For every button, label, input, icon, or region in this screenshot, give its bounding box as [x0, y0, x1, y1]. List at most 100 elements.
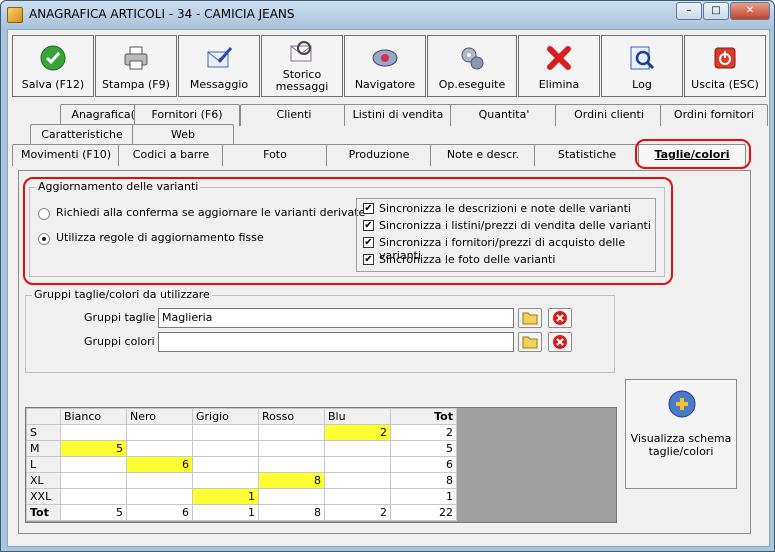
grid-cell[interactable]: [324, 456, 391, 473]
navigator-button[interactable]: Navigatore: [344, 35, 426, 97]
row-header: XXL: [26, 488, 61, 505]
size-groups-input[interactable]: Maglieria: [158, 308, 514, 328]
log-search-icon: [630, 46, 655, 70]
tab-caratteristiche[interactable]: Caratteristiche: [30, 124, 134, 146]
grid-cell[interactable]: [60, 424, 127, 441]
log-button[interactable]: Log: [601, 35, 683, 97]
grid-cell[interactable]: [60, 472, 127, 489]
tab-note-descr[interactable]: Note e descr.: [430, 144, 536, 166]
taglie-colori-panel: Aggiornamento delle varianti Richiedi al…: [18, 170, 751, 534]
row-total: 6: [390, 456, 457, 473]
grid-cell[interactable]: [258, 440, 325, 457]
log-label: Log: [632, 78, 652, 91]
message-history-icon: [290, 41, 312, 62]
column-total: 8: [258, 504, 325, 521]
grid-cell[interactable]: [126, 472, 193, 489]
color-groups-browse-button[interactable]: [518, 332, 542, 352]
row-total: 1: [390, 488, 457, 505]
grid-cell[interactable]: [192, 440, 259, 457]
grid-cell[interactable]: [324, 472, 391, 489]
sizes-colors-grid[interactable]: Bianco Nero Grigio Rosso Blu Tot S 2 2 M…: [25, 407, 617, 523]
schema-icon: [668, 390, 696, 418]
column-header-total: Tot: [390, 408, 457, 425]
column-header: Blu: [324, 408, 391, 425]
grid-cell[interactable]: [258, 456, 325, 473]
save-label: Salva (F12): [21, 78, 85, 91]
grid-cell[interactable]: [324, 440, 391, 457]
grid-cell[interactable]: [258, 424, 325, 441]
delete-label: Elimina: [538, 78, 580, 91]
print-label: Stampa (F9): [102, 78, 170, 91]
grid-cell[interactable]: [192, 456, 259, 473]
tab-movimenti[interactable]: Movimenti (F10): [12, 144, 120, 166]
tab-web[interactable]: Web: [132, 124, 234, 146]
grid-cell[interactable]: 1: [192, 488, 259, 505]
color-groups-input[interactable]: [158, 332, 514, 352]
grid-cell[interactable]: 8: [258, 472, 325, 489]
tab-produzione[interactable]: Produzione: [326, 144, 432, 166]
tab-listini-vendita[interactable]: Listini di vendita: [344, 104, 452, 126]
executed-operations-button[interactable]: Op.eseguite: [427, 35, 517, 97]
grid-cell[interactable]: [126, 424, 193, 441]
message-button[interactable]: Messaggio: [178, 35, 260, 97]
tab-quantita[interactable]: Quantita': [450, 104, 558, 126]
size-color-groups-title: Gruppi taglie/colori da utilizzare: [32, 288, 212, 301]
row-header: M: [26, 440, 61, 457]
row-header: S: [26, 424, 61, 441]
delete-button[interactable]: Elimina: [518, 35, 600, 97]
app-window: ANAGRAFICA ARTICOLI - 34 - CAMICIA JEANS…: [0, 0, 775, 552]
column-header: Rosso: [258, 408, 325, 425]
grid-cell[interactable]: 2: [324, 424, 391, 441]
close-button[interactable]: ✕: [730, 2, 770, 20]
grid-cell[interactable]: [126, 440, 193, 457]
column-header: Nero: [126, 408, 193, 425]
row-header: XL: [26, 472, 61, 489]
exit-label: Uscita (ESC): [691, 78, 759, 91]
grid-cell[interactable]: [324, 488, 391, 505]
grid-cell[interactable]: [258, 488, 325, 505]
save-button[interactable]: Salva (F12): [12, 35, 94, 97]
message-history-label: Storico messaggi: [275, 68, 329, 93]
message-label: Messaggio: [189, 78, 249, 91]
totals-row-header: Tot: [26, 504, 61, 521]
grid-cell[interactable]: [126, 488, 193, 505]
size-groups-browse-button[interactable]: [518, 308, 542, 328]
message-history-button[interactable]: Storico messaggi: [261, 35, 343, 97]
row-header: L: [26, 456, 61, 473]
row-total: 2: [390, 424, 457, 441]
tab-ordini-clienti[interactable]: Ordini clienti: [555, 104, 663, 126]
grid-cell[interactable]: [192, 472, 259, 489]
view-schema-label: Visualizza schema taglie/colori: [630, 432, 732, 458]
column-header: Bianco: [60, 408, 127, 425]
client-area: Salva (F12) Stampa (F9) Messaggio Storic…: [7, 29, 770, 547]
maximize-button[interactable]: □: [703, 2, 729, 20]
column-header: Grigio: [192, 408, 259, 425]
remove-icon: [553, 335, 567, 349]
tab-statistiche[interactable]: Statistiche: [534, 144, 640, 166]
gears-icon: [461, 47, 484, 70]
grid-cell[interactable]: [192, 424, 259, 441]
row-total: 8: [390, 472, 457, 489]
tab-clienti[interactable]: Clienti: [240, 104, 348, 126]
tab-fornitori[interactable]: Fornitori (F6): [134, 104, 240, 126]
grand-total: 22: [390, 504, 457, 521]
exit-button[interactable]: Uscita (ESC): [684, 35, 766, 97]
delete-icon: [547, 46, 571, 70]
grid-cell[interactable]: 5: [60, 440, 127, 457]
size-groups-clear-button[interactable]: [548, 308, 572, 328]
view-schema-button[interactable]: Visualizza schema taglie/colori: [625, 379, 737, 489]
color-groups-clear-button[interactable]: [548, 332, 572, 352]
tab-ordini-fornitori[interactable]: Ordini fornitori: [660, 104, 768, 126]
minimize-button[interactable]: –: [676, 2, 702, 20]
message-icon: [207, 47, 233, 68]
print-button[interactable]: Stampa (F9): [95, 35, 177, 97]
grid-cell[interactable]: [60, 456, 127, 473]
grid-cell[interactable]: [60, 488, 127, 505]
grid-cell[interactable]: 6: [126, 456, 193, 473]
remove-icon: [553, 311, 567, 325]
column-total: 5: [60, 504, 127, 521]
tab-codici-barre[interactable]: Codici a barre: [118, 144, 224, 166]
size-groups-label: Gruppi taglie :: [84, 311, 163, 324]
tab-foto[interactable]: Foto: [222, 144, 328, 166]
title-bar[interactable]: ANAGRAFICA ARTICOLI - 34 - CAMICIA JEANS…: [1, 1, 774, 29]
